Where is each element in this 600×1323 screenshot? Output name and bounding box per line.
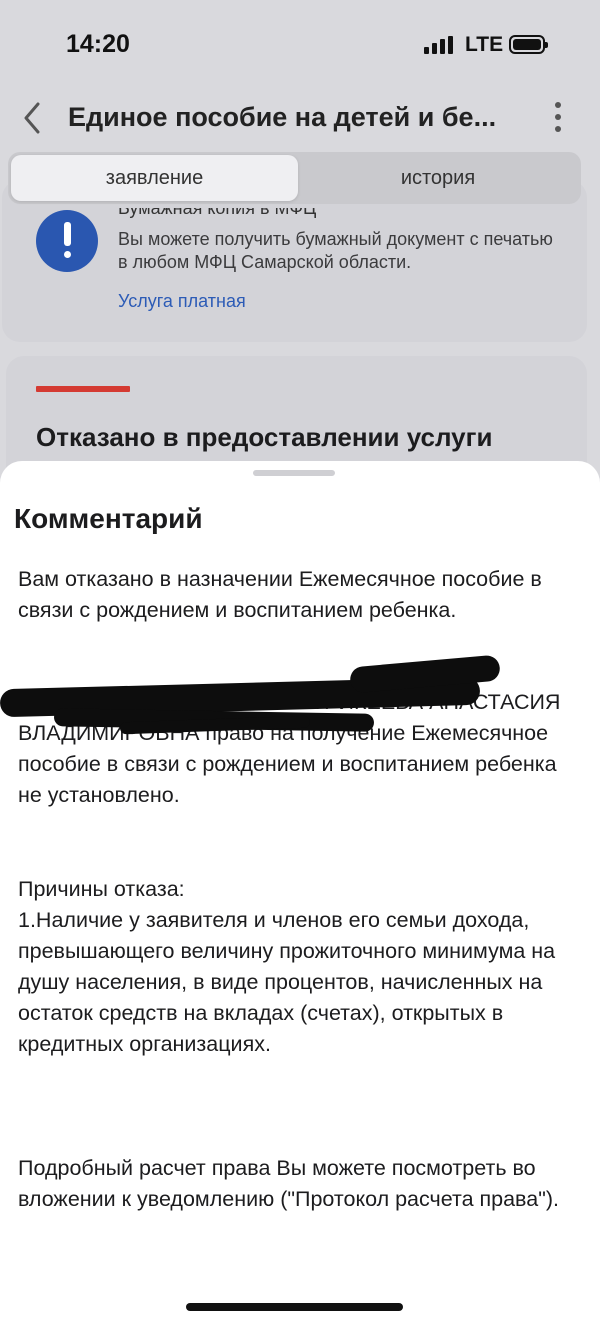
paid-service-link[interactable]: Услуга платная [118, 291, 246, 312]
status-bar: 14:20 LTE [0, 0, 600, 90]
comment-title: Комментарий [14, 503, 203, 534]
tab-history[interactable]: история [298, 155, 578, 201]
signal-icon [424, 36, 456, 54]
more-options-button[interactable] [548, 102, 568, 138]
network-type: LTE [465, 33, 504, 56]
sheet-grabber[interactable] [253, 470, 335, 476]
comment-sheet: Комментарий Вам отказано в назначении Еж… [0, 461, 600, 1323]
status-time: 14:20 [66, 30, 130, 58]
paper-copy-card: Бумажная копия в МФЦ Вы можете получить … [2, 180, 587, 342]
status-accent-line [36, 386, 130, 392]
status-title: Отказано в предоставлении услуги [36, 422, 493, 452]
back-button[interactable] [18, 98, 46, 138]
home-indicator[interactable] [186, 1303, 403, 1311]
tab-application[interactable]: заявление [11, 155, 298, 201]
paper-copy-text: Вы можете получить бумажный документ с п… [118, 229, 553, 272]
paper-copy-title: Бумажная копия в МФЦ [118, 208, 317, 218]
chevron-left-icon [24, 102, 40, 134]
page-title: Единое пособие на детей и бе... [68, 102, 497, 132]
comment-paragraph-refusal: Вам отказано в назначении Ежемесячное по… [18, 567, 542, 622]
comment-paragraph-protocol: Подробный расчет права Вы можете посмотр… [18, 1156, 559, 1211]
app-header: Единое пособие на детей и бе... [0, 92, 600, 144]
segmented-tabs: заявление история [8, 152, 581, 204]
comment-paragraph-reasons: Причины отказа: 1.Наличие у заявителя и … [18, 877, 556, 1056]
more-vertical-icon [548, 102, 568, 132]
battery-icon [509, 35, 548, 54]
exclamation-icon [36, 210, 98, 272]
